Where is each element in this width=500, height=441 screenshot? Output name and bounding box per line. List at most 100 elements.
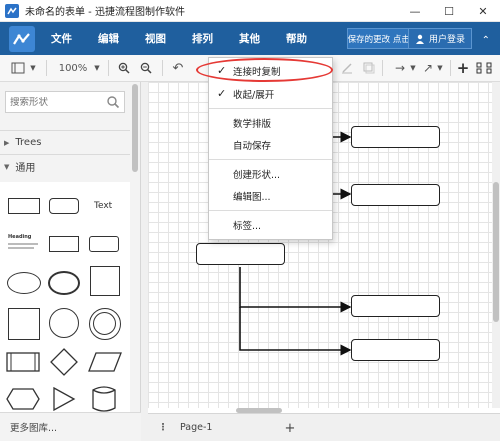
chevron-down-icon[interactable]: ▼ <box>436 59 444 77</box>
container-shape[interactable] <box>49 236 79 252</box>
menu-other[interactable]: 其他 <box>239 31 260 46</box>
undo-icon[interactable]: ↶ <box>170 59 186 77</box>
add-page-button[interactable]: + <box>283 421 297 436</box>
toolbar-divider <box>108 60 109 76</box>
maximize-button[interactable]: ☐ <box>432 0 466 22</box>
sidebar-scrollbar[interactable] <box>132 84 138 172</box>
ellipse-shape[interactable] <box>7 272 41 294</box>
zoom-chevron-down-icon[interactable]: ▼ <box>92 59 102 77</box>
checkmark-icon: ✓ <box>217 87 227 100</box>
hexagon-shape[interactable] <box>6 388 40 410</box>
connector-arrow[interactable] <box>239 267 352 313</box>
scrollbar-thumb[interactable] <box>493 182 499 322</box>
section-label: 通用 <box>15 163 36 174</box>
menu-item-label: 创建形状... <box>233 170 281 181</box>
menu-item-edit-diagram[interactable]: 编辑图... <box>209 186 332 206</box>
line-color-icon[interactable] <box>340 59 354 77</box>
menu-item-label: 标签... <box>233 221 262 232</box>
parallelogram-shape[interactable] <box>88 352 122 372</box>
heading-shape[interactable]: Heading <box>8 234 40 252</box>
menu-divider <box>209 108 332 109</box>
heading-text-line <box>8 243 38 245</box>
zoom-in-icon[interactable] <box>116 59 132 77</box>
shape-palette: Text Heading <box>0 182 130 412</box>
shape-search[interactable] <box>5 91 125 113</box>
menu-file[interactable]: 文件 <box>51 31 72 46</box>
menu-item-collapse-expand[interactable]: ✓ 收起/展开 <box>209 84 332 104</box>
flowchart-node[interactable] <box>351 126 440 148</box>
menu-arrange[interactable]: 排列 <box>192 31 213 46</box>
other-menu-dropdown: ✓ 连接时复制 ✓ 收起/展开 数学排版 自动保存 创建形状... 编辑图...… <box>208 57 333 240</box>
menu-item-math-typesetting[interactable]: 数学排版 <box>209 113 332 133</box>
toolbar-divider <box>162 60 163 76</box>
diamond-shape[interactable] <box>50 348 78 376</box>
toolbar-divider <box>382 60 383 76</box>
menu-help[interactable]: 帮助 <box>286 31 307 46</box>
title-bar: 未命名的表单 - 迅捷流程图制作软件 — ☐ ✕ <box>0 0 500 22</box>
menu-edit[interactable]: 编辑 <box>98 31 119 46</box>
chevron-down-icon[interactable]: ▼ <box>409 59 417 77</box>
highlight-annotation <box>196 58 333 82</box>
flowchart-node[interactable] <box>351 184 440 206</box>
section-trees[interactable]: ▶ Trees <box>0 130 130 154</box>
search-input[interactable] <box>10 96 106 108</box>
canvas-vertical-scrollbar[interactable] <box>492 82 500 408</box>
connection-arrow-icon[interactable]: → <box>390 59 410 77</box>
page-menu-icon[interactable]: ⋮ <box>156 422 170 433</box>
square-shape[interactable] <box>90 266 120 296</box>
sidebar-splitter[interactable] <box>141 82 148 441</box>
rounded-rectangle-shape[interactable] <box>49 198 79 214</box>
page-tab-label: Page-1 <box>180 422 213 433</box>
triangle-shape[interactable] <box>52 387 76 411</box>
toolbar-divider <box>46 60 47 76</box>
flowchart-node[interactable] <box>196 243 285 265</box>
chevron-down-icon: ▼ <box>4 162 10 171</box>
heading-text-line <box>8 247 34 249</box>
menu-item-label: 自动保存 <box>233 141 272 152</box>
shape-sidebar: ▶ Trees ▼ 通用 Text Heading <box>0 82 141 441</box>
login-label: 用户登录 <box>428 35 465 45</box>
cylinder-shape[interactable] <box>92 385 116 413</box>
minimize-button[interactable]: — <box>398 0 432 22</box>
more-libraries-button[interactable]: 更多图库... <box>0 412 141 441</box>
flowchart-node[interactable] <box>351 339 440 361</box>
rounded-container-shape[interactable] <box>89 236 119 252</box>
chevron-down-icon[interactable]: ▼ <box>28 59 38 77</box>
app-logo-icon <box>9 25 35 52</box>
zoom-level[interactable]: 100% <box>58 59 88 77</box>
app-logo-icon <box>5 3 19 18</box>
thick-square-shape[interactable] <box>8 308 40 340</box>
menu-view[interactable]: 视图 <box>145 31 166 46</box>
zoom-out-icon[interactable] <box>138 59 154 77</box>
user-icon <box>415 34 424 44</box>
text-shape[interactable]: Text <box>94 198 120 214</box>
menu-item-autosave[interactable]: 自动保存 <box>209 135 332 155</box>
double-ellipse-shape[interactable] <box>48 271 80 295</box>
section-label: Trees <box>15 137 42 148</box>
heading-shape-title: Heading <box>8 234 32 240</box>
shadow-icon[interactable] <box>362 59 376 77</box>
waypoint-icon[interactable]: ↗ <box>420 59 436 77</box>
fullscreen-icon[interactable] <box>472 59 496 77</box>
add-icon[interactable]: + <box>456 59 470 77</box>
page-tab[interactable]: ⋮ Page-1 <box>156 422 212 433</box>
collapse-icon[interactable]: ⌃ <box>482 35 490 46</box>
flowchart-node[interactable] <box>351 295 440 317</box>
rectangle-shape[interactable] <box>8 198 40 214</box>
circle-shape[interactable] <box>49 308 79 338</box>
page-bar: ⋮ Page-1 + <box>148 413 500 441</box>
double-circle-shape[interactable] <box>89 308 121 340</box>
close-button[interactable]: ✕ <box>466 0 500 22</box>
menu-item-create-shape[interactable]: 创建形状... <box>209 164 332 184</box>
connector-arrow[interactable] <box>239 307 352 356</box>
section-general[interactable]: ▼ 通用 <box>0 154 130 178</box>
menu-divider <box>209 210 332 211</box>
process-shape[interactable] <box>6 352 40 372</box>
menu-item-tags[interactable]: 标签... <box>209 215 332 235</box>
toolbar-divider <box>450 60 451 76</box>
login-button[interactable]: 用户登录 <box>408 28 472 49</box>
page-view-icon[interactable] <box>8 59 28 77</box>
search-icon[interactable] <box>106 95 120 109</box>
menu-bar: 文件 编辑 视图 排列 其他 帮助 有未保存的更改 点击我保存 用户登录 ⌃ <box>0 22 500 55</box>
menu-divider <box>209 159 332 160</box>
